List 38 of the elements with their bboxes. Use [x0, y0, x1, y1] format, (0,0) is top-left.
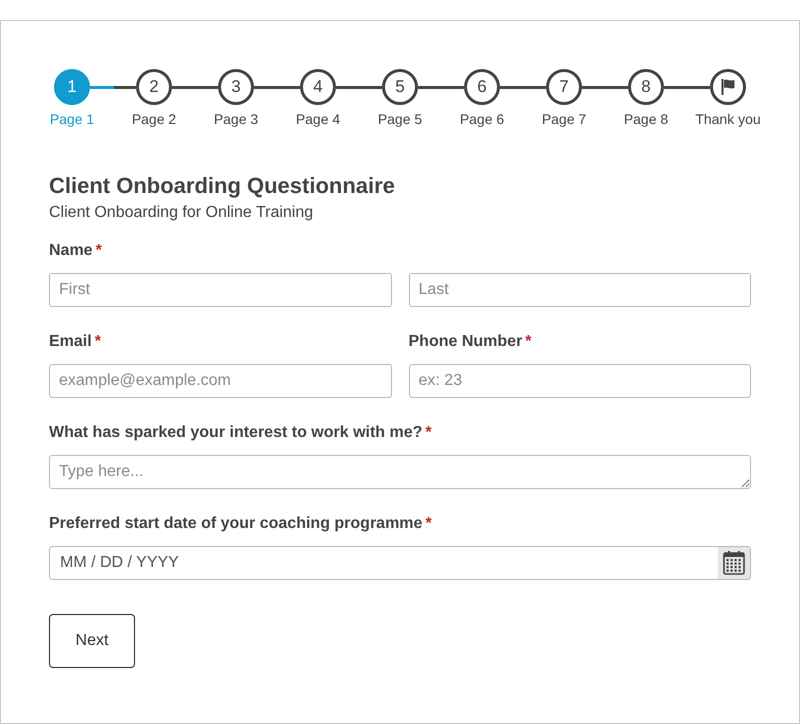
text-area[interactable]: Type here...	[49, 455, 751, 489]
field-label: What has sparked your interest to work with me?	[49, 423, 422, 443]
field-label: Preferred start date of your coaching programme	[49, 514, 422, 534]
field-label: Name	[49, 241, 93, 261]
date-field[interactable]: MM / DD / YYYY	[49, 546, 751, 580]
input-field[interactable]: ex: 23	[408, 364, 751, 398]
required-asterisk: *	[425, 423, 432, 443]
step-label: Thank you	[695, 110, 761, 128]
input-field[interactable]: First	[49, 273, 392, 307]
required-asterisk: *	[525, 332, 532, 352]
step-label: Page 5	[378, 110, 422, 128]
step-label: Page 3	[214, 110, 258, 128]
calendar-icon	[723, 551, 745, 575]
connector-line	[418, 86, 464, 88]
required-asterisk: *	[94, 332, 101, 352]
field-label: Phone Number	[408, 332, 522, 352]
step-label: Page 8	[624, 110, 668, 128]
form-title: Client Onboarding Questionnaire	[49, 172, 396, 200]
connector-line	[336, 86, 382, 88]
input-field[interactable]: example@example.com	[49, 364, 392, 398]
connector-line	[582, 86, 628, 88]
connector-line	[500, 86, 546, 88]
calendar-button[interactable]	[718, 547, 750, 579]
step-label: Page 7	[542, 110, 586, 128]
step-label: Page 2	[132, 110, 176, 128]
connector-line	[254, 86, 300, 88]
next-button[interactable]: Next	[49, 614, 135, 668]
connector-line	[90, 86, 136, 88]
input-field[interactable]: Last	[408, 273, 751, 307]
form-subtitle: Client Onboarding for Online Training	[49, 203, 314, 223]
flag-icon	[721, 79, 735, 95]
connector-line	[172, 86, 218, 88]
required-asterisk: *	[425, 514, 432, 534]
field-label: Email	[49, 332, 92, 352]
step-label: Page 6	[460, 110, 504, 128]
step-label: Page 4	[296, 110, 340, 128]
step-label: Page 1	[50, 110, 94, 128]
required-asterisk: *	[96, 241, 102, 261]
